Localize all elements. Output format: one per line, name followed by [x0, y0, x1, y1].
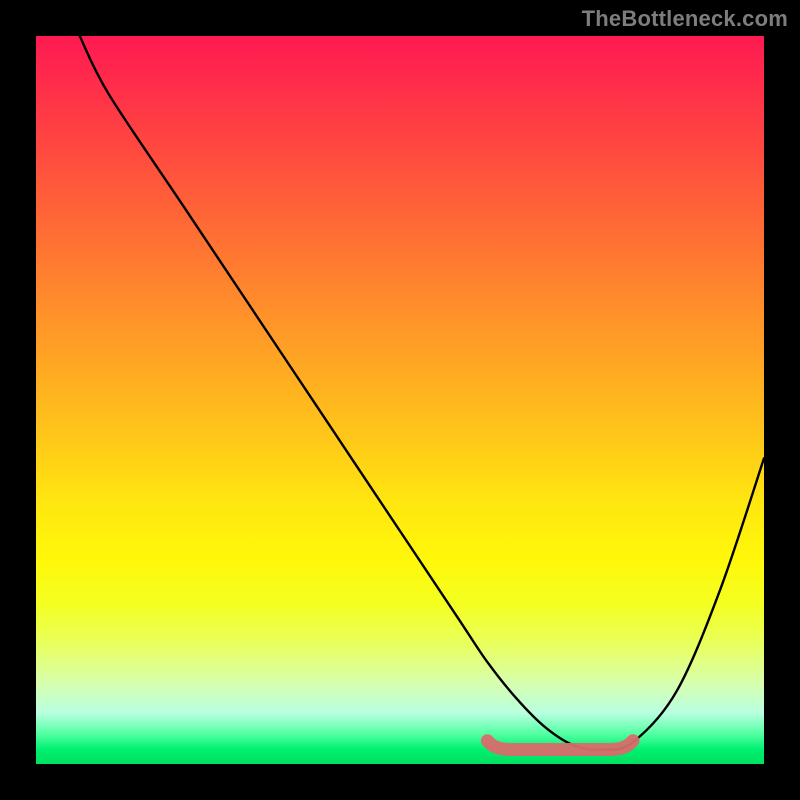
chart-frame: TheBottleneck.com: [0, 0, 800, 800]
bottleneck-curve: [80, 36, 764, 750]
watermark-text: TheBottleneck.com: [582, 6, 788, 32]
optimal-band: [487, 741, 633, 750]
chart-svg: [36, 36, 764, 764]
chart-plot-area: [36, 36, 764, 764]
